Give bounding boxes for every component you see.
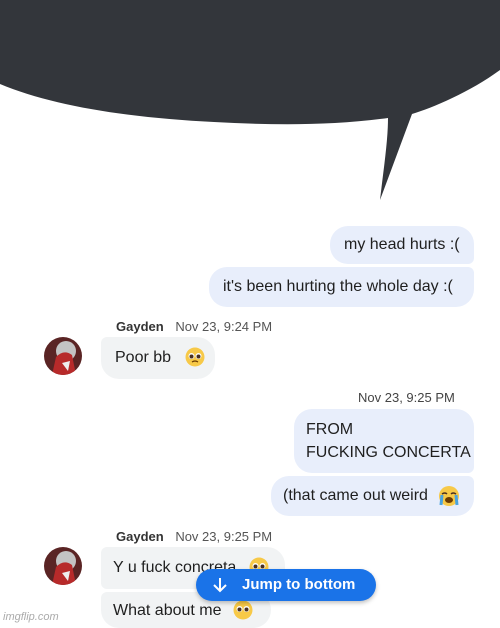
message-time: Nov 23, 9:25 PM — [175, 529, 273, 544]
message-header: Gayden Nov 23, 9:25 PM — [116, 529, 272, 544]
pleading-face-emoji — [233, 600, 253, 620]
sender-name: Gayden — [116, 319, 164, 334]
message-header: Gayden Nov 23, 9:24 PM — [116, 319, 272, 334]
jump-to-bottom-label: Jump to bottom — [242, 576, 356, 593]
outgoing-message[interactable]: it's been hurting the whole day :( — [209, 267, 474, 307]
outgoing-message[interactable]: FROM FUCKING CONCERTA — [294, 409, 474, 473]
incoming-message[interactable]: Poor bb — [101, 337, 215, 379]
speech-bubble-area — [0, 0, 500, 224]
avatar-image — [44, 547, 82, 585]
outgoing-message[interactable]: my head hurts :( — [330, 226, 474, 264]
avatar[interactable] — [44, 337, 82, 375]
jump-to-bottom-button[interactable]: Jump to bottom — [196, 569, 376, 601]
arrow-down-icon — [213, 578, 227, 593]
crying-face-emoji — [439, 486, 459, 506]
message-time: Nov 23, 9:25 PM — [358, 390, 455, 405]
speech-bubble-shape — [0, 0, 500, 200]
sender-name: Gayden — [116, 529, 164, 544]
avatar-image — [44, 337, 82, 375]
message-time: Nov 23, 9:24 PM — [175, 319, 273, 334]
avatar[interactable] — [44, 547, 82, 585]
outgoing-message[interactable]: (that came out weird — [271, 476, 474, 516]
pleading-face-emoji — [185, 347, 205, 367]
watermark: imgflip.com — [3, 611, 59, 623]
